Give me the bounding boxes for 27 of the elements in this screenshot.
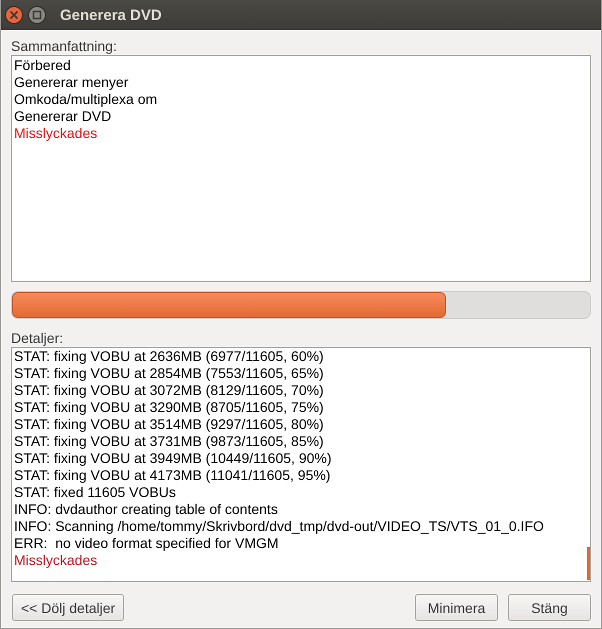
log-line: INFO: dvdauthor creating table of contents <box>13 501 278 518</box>
close-icon[interactable] <box>5 6 23 24</box>
summary-line: Genererar menyer <box>13 74 128 91</box>
maximize-icon[interactable] <box>28 6 46 24</box>
dialog-button[interactable]: << Dölj detaljer <box>12 594 124 621</box>
window-title: Generera DVD <box>60 6 162 24</box>
log-line: STAT: fixing VOBU at 4173MB (11041/11605, 95%) <box>13 467 330 484</box>
summary-label: Sammanfattning: <box>11 38 117 55</box>
summary-line: Misslyckades <box>13 125 98 142</box>
summary-line: Förbered <box>13 57 71 74</box>
dialog-button[interactable]: Stäng <box>508 594 591 621</box>
log-line: STAT: fixing VOBU at 3514MB (9297/11605, 80%) <box>13 416 324 433</box>
log-line: STAT: fixing VOBU at 3290MB (8705/11605, 75%) <box>13 399 324 416</box>
log-line: STAT: fixing VOBU at 3949MB (10449/11605, 90%) <box>13 450 332 467</box>
summary-line: Omkoda/multiplexa om <box>13 91 158 108</box>
log-line: ERR: no video format specified for VMGM <box>13 535 279 552</box>
log-line: INFO: Scanning /home/tommy/Skrivbord/dvd_tmp/dvd-out/VIDEO_TS/VTS_01_0.IFO <box>13 518 544 535</box>
scrollbar-thumb[interactable] <box>587 547 590 580</box>
details-label: Detaljer: <box>11 330 64 347</box>
log-line: Misslyckades <box>13 552 98 569</box>
log-line: STAT: fixing VOBU at 2636MB (6977/11605, 60%) <box>13 348 324 365</box>
log-line: STAT: fixing VOBU at 2854MB (7553/11605, 65%) <box>13 365 324 382</box>
log-line: STAT: fixing VOBU at 3731MB (9873/11605, 85%) <box>13 433 324 450</box>
summary-line: Genererar DVD <box>13 108 112 125</box>
dialog-button[interactable]: Minimera <box>415 594 498 621</box>
log-line: STAT: fixed 11605 VOBUs <box>13 484 176 501</box>
log-line: STAT: fixing VOBU at 3072MB (8129/11605, 70%) <box>13 382 324 399</box>
